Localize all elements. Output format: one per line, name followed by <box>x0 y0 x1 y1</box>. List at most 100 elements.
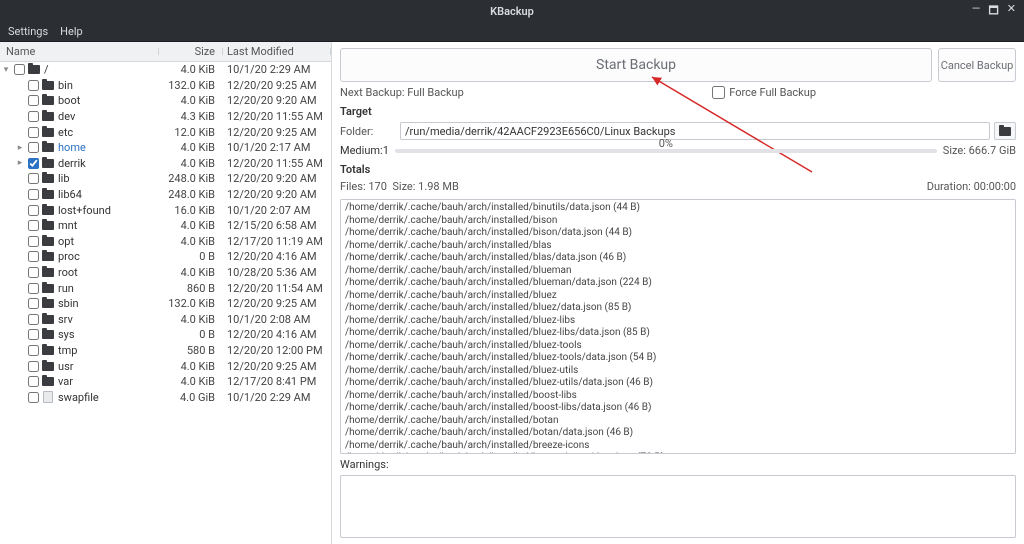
include-checkbox[interactable] <box>26 220 40 231</box>
tree-row[interactable]: bin132.0 KiB12/20/20 9:25 AM <box>0 78 331 94</box>
tree-row[interactable]: sys0 B12/20/20 4:16 AM <box>0 327 331 343</box>
include-checkbox[interactable] <box>26 173 40 184</box>
start-backup-button[interactable]: Start Backup <box>340 48 932 82</box>
tree-row[interactable]: boot4.0 KiB12/20/20 9:20 AM <box>0 93 331 109</box>
tree-row[interactable]: tmp580 B12/20/20 12:00 PM <box>0 343 331 359</box>
file-name[interactable]: run <box>56 282 159 295</box>
file-name[interactable]: dev <box>56 110 159 123</box>
file-name[interactable]: proc <box>56 250 159 263</box>
log-line: /home/derrik/.cache/bauh/arch/installed/… <box>345 290 1011 303</box>
window-close-icon[interactable]: ✕ <box>1007 2 1016 21</box>
tree-row[interactable]: mnt4.0 KiB12/15/20 6:58 AM <box>0 218 331 234</box>
tree-row[interactable]: ▸derrik4.0 KiB12/20/20 11:55 AM <box>0 156 331 172</box>
tree-row[interactable]: opt4.0 KiB12/17/20 11:19 AM <box>0 234 331 250</box>
include-checkbox[interactable] <box>26 142 40 153</box>
col-name[interactable]: Name <box>0 45 159 58</box>
file-name[interactable]: opt <box>56 235 159 248</box>
include-checkbox[interactable] <box>26 127 40 138</box>
window-maximize-icon[interactable]: 🗖 <box>988 2 998 21</box>
include-checkbox[interactable] <box>26 267 40 278</box>
tree-row[interactable]: ▸home4.0 KiB10/1/20 2:17 AM <box>0 140 331 156</box>
folder-icon <box>999 127 1011 136</box>
include-checkbox[interactable] <box>26 189 40 200</box>
include-checkbox[interactable] <box>26 376 40 387</box>
include-checkbox[interactable] <box>26 298 40 309</box>
totals-duration: Duration: 00:00:00 <box>927 180 1016 193</box>
file-name[interactable]: etc <box>56 126 159 139</box>
file-name[interactable]: home <box>56 141 159 154</box>
tree-row[interactable]: lib248.0 KiB12/20/20 9:20 AM <box>0 171 331 187</box>
file-modified: 12/20/20 9:20 AM <box>223 188 331 201</box>
include-checkbox[interactable] <box>26 329 40 340</box>
include-checkbox[interactable] <box>26 236 40 247</box>
target-folder-input[interactable] <box>400 122 990 140</box>
tree-row[interactable]: dev4.3 KiB12/20/20 11:55 AM <box>0 109 331 125</box>
file-name[interactable]: lost+found <box>56 204 159 217</box>
file-name[interactable]: / <box>42 63 159 76</box>
include-checkbox[interactable] <box>26 361 40 372</box>
file-name[interactable]: sys <box>56 328 159 341</box>
tree-row[interactable]: lib64248.0 KiB12/20/20 9:20 AM <box>0 187 331 203</box>
file-name[interactable]: usr <box>56 360 159 373</box>
file-modified: 12/20/20 9:25 AM <box>223 79 331 92</box>
file-name[interactable]: boot <box>56 94 159 107</box>
col-modified[interactable]: Last Modified <box>223 45 331 58</box>
force-full-backup-checkbox[interactable]: Force Full Backup <box>712 86 816 99</box>
file-modified: 12/20/20 9:20 AM <box>223 94 331 107</box>
tree-row[interactable]: usr4.0 KiB12/20/20 9:25 AM <box>0 358 331 374</box>
include-checkbox[interactable] <box>26 80 40 91</box>
file-name[interactable]: root <box>56 266 159 279</box>
log-output[interactable]: /home/derrik/.cache/bauh/arch/installed/… <box>340 199 1016 454</box>
expander-icon[interactable]: ▾ <box>0 65 12 75</box>
file-name[interactable]: bin <box>56 79 159 92</box>
include-checkbox[interactable] <box>26 283 40 294</box>
file-name[interactable]: lib <box>56 172 159 185</box>
tree-row[interactable]: sbin132.0 KiB12/20/20 9:25 AM <box>0 296 331 312</box>
file-name[interactable]: var <box>56 375 159 388</box>
file-modified: 12/20/20 11:55 AM <box>223 157 331 170</box>
tree-row[interactable]: proc0 B12/20/20 4:16 AM <box>0 249 331 265</box>
file-name[interactable]: swapfile <box>56 391 159 404</box>
file-size: 4.0 GiB <box>159 391 223 404</box>
file-tree-panel: Name Size Last Modified ▾/4.0 KiB10/1/20… <box>0 42 332 544</box>
tree-row[interactable]: etc12.0 KiB12/20/20 9:25 AM <box>0 124 331 140</box>
tree-row[interactable]: swapfile4.0 GiB10/1/20 2:29 AM <box>0 389 331 405</box>
include-checkbox[interactable] <box>26 251 40 262</box>
cancel-backup-button[interactable]: Cancel Backup <box>938 48 1016 82</box>
tree-row[interactable]: root4.0 KiB10/28/20 5:36 AM <box>0 265 331 281</box>
browse-folder-button[interactable] <box>994 122 1016 140</box>
include-checkbox[interactable] <box>26 111 40 122</box>
file-size: 0 B <box>159 328 223 341</box>
folder-icon <box>40 143 56 152</box>
file-icon <box>40 391 56 403</box>
include-checkbox[interactable] <box>26 392 40 403</box>
include-checkbox[interactable] <box>26 95 40 106</box>
expander-icon[interactable]: ▸ <box>14 143 26 153</box>
file-modified: 10/1/20 2:08 AM <box>223 313 331 326</box>
tree-row[interactable]: run860 B12/20/20 11:54 AM <box>0 280 331 296</box>
expander-icon[interactable]: ▸ <box>14 158 26 168</box>
tree-row[interactable]: ▾/4.0 KiB10/1/20 2:29 AM <box>0 62 331 78</box>
include-checkbox[interactable] <box>26 205 40 216</box>
include-checkbox[interactable] <box>26 314 40 325</box>
file-name[interactable]: lib64 <box>56 188 159 201</box>
file-size: 132.0 KiB <box>159 297 223 310</box>
include-checkbox[interactable] <box>26 158 40 169</box>
warnings-output[interactable] <box>340 475 1016 538</box>
file-name[interactable]: mnt <box>56 219 159 232</box>
file-name[interactable]: tmp <box>56 344 159 357</box>
folder-icon <box>40 221 56 230</box>
include-checkbox[interactable] <box>12 64 26 75</box>
window-minimize-icon[interactable]: — <box>972 2 981 21</box>
file-name[interactable]: sbin <box>56 297 159 310</box>
tree-rows[interactable]: ▾/4.0 KiB10/1/20 2:29 AMbin132.0 KiB12/2… <box>0 62 331 405</box>
file-name[interactable]: derrik <box>56 157 159 170</box>
file-name[interactable]: srv <box>56 313 159 326</box>
tree-row[interactable]: srv4.0 KiB10/1/20 2:08 AM <box>0 312 331 328</box>
tree-row[interactable]: lost+found16.0 KiB10/1/20 2:07 AM <box>0 202 331 218</box>
menu-settings[interactable]: Settings <box>8 25 48 38</box>
col-size[interactable]: Size <box>159 45 223 58</box>
tree-row[interactable]: var4.0 KiB12/17/20 8:41 PM <box>0 374 331 390</box>
include-checkbox[interactable] <box>26 345 40 356</box>
menu-help[interactable]: Help <box>60 25 83 38</box>
